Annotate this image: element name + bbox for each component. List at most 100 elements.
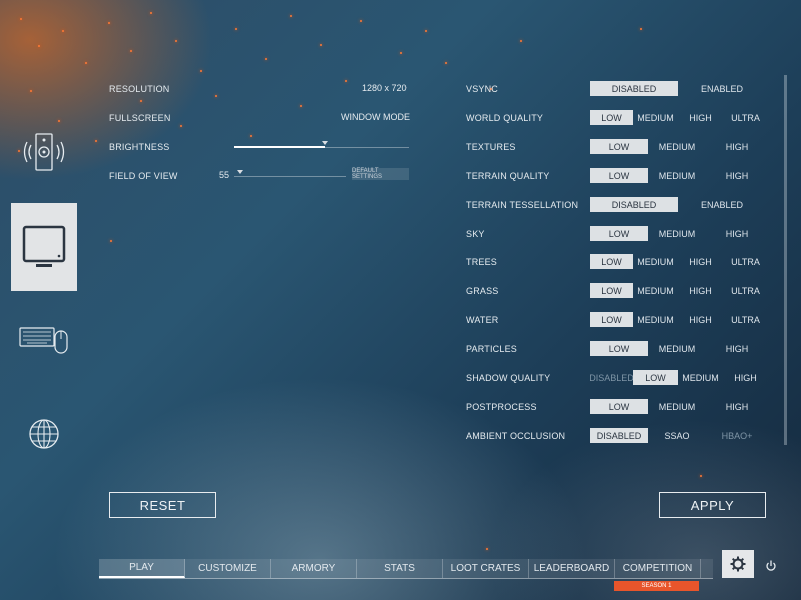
option-enabled[interactable]: ENABLED	[678, 81, 766, 96]
ember	[215, 95, 217, 97]
option-medium[interactable]: MEDIUM	[648, 139, 706, 154]
fov-slider-track[interactable]	[234, 176, 346, 177]
ember	[300, 105, 302, 107]
tab-play[interactable]: PLAY	[99, 559, 185, 578]
ember	[700, 475, 702, 477]
nav-network[interactable]	[11, 390, 77, 478]
default-settings-button[interactable]: DEFAULT SETTINGS	[352, 168, 409, 180]
speaker-icon	[23, 133, 65, 171]
option-low[interactable]: LOW	[590, 139, 648, 154]
tab-customize[interactable]: CUSTOMIZE	[185, 559, 271, 578]
option-disabled: DISABLED	[589, 372, 634, 383]
ember	[520, 40, 522, 42]
nav-video[interactable]	[11, 203, 77, 291]
reset-button[interactable]: RESET	[109, 492, 216, 518]
option-high[interactable]: HIGH	[678, 283, 723, 298]
ember	[425, 30, 427, 32]
ember	[360, 20, 362, 22]
monitor-icon	[22, 225, 66, 267]
option-low[interactable]: LOW	[590, 283, 633, 298]
graphics-setting-label: TREES	[466, 257, 498, 267]
option-high[interactable]: HIGH	[678, 110, 723, 125]
option-medium[interactable]: MEDIUM	[648, 226, 706, 241]
option-low[interactable]: LOW	[590, 341, 648, 356]
option-disabled[interactable]: DISABLED	[590, 197, 678, 212]
option-disabled[interactable]: DISABLED	[590, 428, 648, 443]
chevron-right-icon[interactable]: ›	[404, 111, 407, 121]
settings-scrollbar[interactable]	[784, 75, 787, 445]
settings-button[interactable]	[722, 550, 754, 578]
option-high[interactable]: HIGH	[678, 312, 723, 327]
fov-slider-handle[interactable]	[237, 170, 243, 174]
ember	[400, 52, 402, 54]
option-low[interactable]: LOW	[590, 399, 648, 414]
option-medium[interactable]: MEDIUM	[633, 254, 678, 269]
graphics-setting-label: PARTICLES	[466, 344, 517, 354]
graphics-setting-label: AMBIENT OCCLUSION	[466, 431, 566, 441]
option-high[interactable]: HIGH	[707, 168, 767, 183]
resolution-value[interactable]: 1280 x 720	[362, 83, 407, 93]
option-high[interactable]: HIGH	[707, 139, 767, 154]
ember	[180, 125, 182, 127]
option-medium[interactable]: MEDIUM	[678, 370, 723, 385]
nav-controls[interactable]	[11, 295, 77, 383]
ember	[290, 15, 292, 17]
option-high[interactable]: HIGH	[707, 399, 767, 414]
nav-audio[interactable]	[11, 108, 77, 196]
ember	[200, 70, 202, 72]
option-low[interactable]: LOW	[590, 168, 648, 183]
ember	[62, 30, 64, 32]
ember	[110, 240, 112, 242]
option-disabled[interactable]: DISABLED	[590, 81, 678, 96]
keyboard-mouse-icon	[19, 327, 68, 354]
power-button[interactable]	[763, 558, 779, 574]
option-enabled[interactable]: ENABLED	[678, 197, 766, 212]
tab-stats[interactable]: STATS	[357, 559, 443, 578]
option-medium[interactable]: MEDIUM	[648, 168, 706, 183]
option-medium[interactable]: MEDIUM	[633, 110, 678, 125]
gear-icon	[730, 556, 746, 572]
option-ultra[interactable]: ULTRA	[723, 312, 768, 327]
option-ultra[interactable]: ULTRA	[723, 110, 768, 125]
chevron-right-icon[interactable]: ›	[404, 82, 407, 92]
ember	[640, 28, 642, 30]
tab-armory[interactable]: ARMORY	[271, 559, 357, 578]
power-icon	[766, 560, 776, 571]
tab-leaderboard[interactable]: LEADERBOARD	[529, 559, 615, 578]
option-low[interactable]: LOW	[590, 254, 633, 269]
ember	[250, 135, 252, 137]
option-low[interactable]: LOW	[633, 370, 678, 385]
ember	[130, 50, 132, 52]
option-high[interactable]: HIGH	[678, 254, 723, 269]
fov-value: 55	[219, 170, 230, 180]
option-ssao[interactable]: SSAO	[648, 428, 706, 443]
tab-competition[interactable]: COMPETITION	[615, 559, 701, 578]
ember	[320, 44, 322, 46]
option-medium[interactable]: MEDIUM	[648, 399, 706, 414]
graphics-setting-label: SHADOW QUALITY	[466, 373, 551, 383]
brightness-slider-fill	[234, 146, 325, 148]
option-ultra[interactable]: ULTRA	[723, 254, 768, 269]
option-low[interactable]: LOW	[590, 312, 633, 327]
graphics-setting-label: WATER	[466, 315, 499, 325]
option-medium[interactable]: MEDIUM	[633, 283, 678, 298]
brightness-slider-handle[interactable]	[322, 141, 328, 145]
option-high[interactable]: HIGH	[707, 341, 767, 356]
option-low[interactable]: LOW	[590, 226, 648, 241]
graphics-setting-label: VSYNC	[466, 84, 499, 94]
option-ultra[interactable]: ULTRA	[723, 283, 768, 298]
graphics-setting-label: TERRAIN QUALITY	[466, 171, 550, 181]
option-high[interactable]: HIGH	[707, 226, 767, 241]
ember	[235, 28, 237, 30]
option-low[interactable]: LOW	[590, 110, 633, 125]
tab-loot-crates[interactable]: LOOT CRATES	[443, 559, 529, 578]
globe-icon	[29, 419, 59, 449]
option-high[interactable]: HIGH	[723, 370, 768, 385]
fullscreen-value[interactable]: WINDOW MODE	[341, 112, 410, 122]
option-medium[interactable]: MEDIUM	[633, 312, 678, 327]
option-medium[interactable]: MEDIUM	[648, 341, 706, 356]
apply-button[interactable]: APPLY	[659, 492, 766, 518]
ember	[175, 40, 177, 42]
ember	[150, 12, 152, 14]
graphics-setting-label: POSTPROCESS	[466, 402, 537, 412]
